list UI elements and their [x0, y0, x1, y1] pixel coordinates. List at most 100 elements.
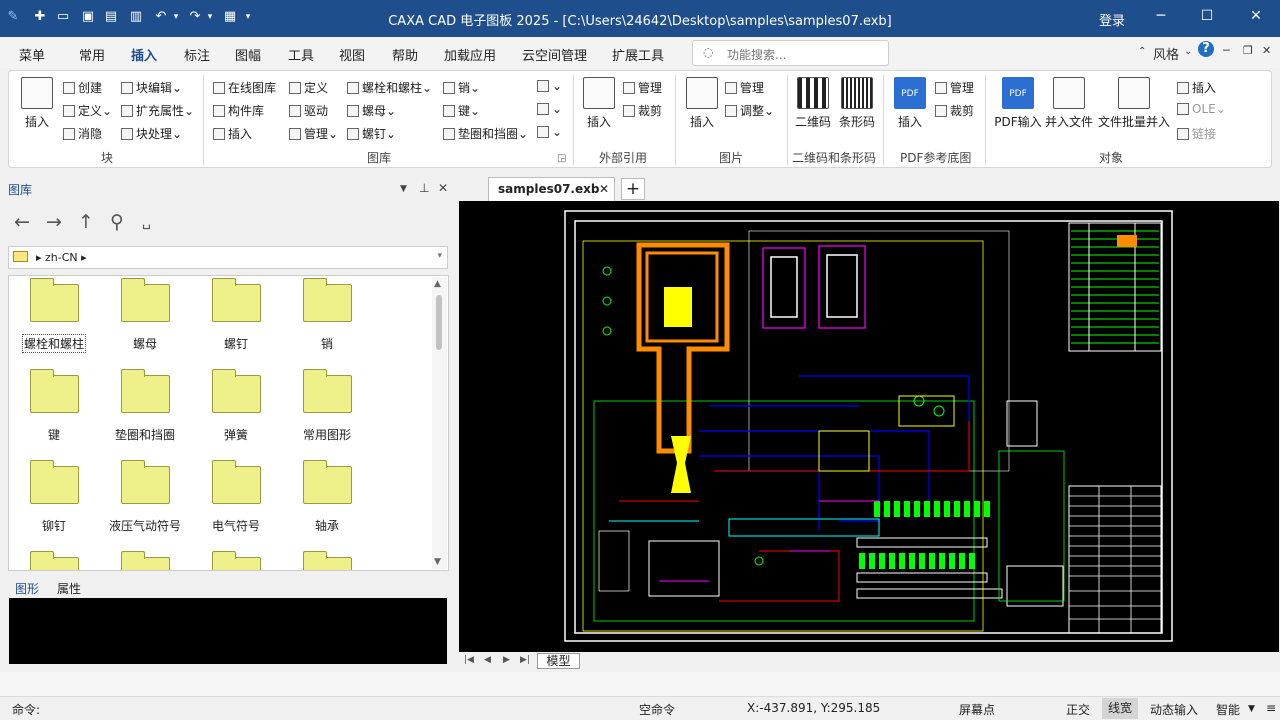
panel-options-icon[interactable]: ▼	[400, 184, 407, 194]
block-erase-button[interactable]: 消隐	[63, 125, 102, 142]
model-tab[interactable]: 模型	[537, 653, 580, 669]
image-adjust-button[interactable]: 调整⌄	[725, 102, 774, 119]
pin-button[interactable]: 销⌄	[443, 79, 480, 96]
library-item-more[interactable]	[100, 551, 190, 570]
library-item-common-shapes[interactable]: 常用图形	[282, 369, 372, 443]
panel-close-icon[interactable]: ✕	[438, 181, 448, 195]
tab-graphics[interactable]: 图形	[15, 580, 39, 597]
close-button[interactable]: ✕	[1241, 8, 1271, 24]
menu-main[interactable]: 菜单	[19, 45, 45, 64]
up-arrow-icon[interactable]: ↑	[78, 211, 94, 233]
scroll-down-icon[interactable]: ▼	[434, 557, 441, 567]
scroll-up-icon[interactable]: ▲	[434, 279, 441, 289]
library-item-spring[interactable]: 弹簧	[191, 369, 281, 443]
menu-common[interactable]: 常用	[79, 45, 105, 64]
nut-button[interactable]: 螺母⌄	[347, 102, 396, 119]
first-layout-icon[interactable]: |◀	[464, 655, 474, 665]
path-segment[interactable]: ▸ zh-CN ▸	[36, 251, 87, 264]
pdf-input-button[interactable]: PDF PDF输入	[993, 77, 1043, 130]
library-item-key[interactable]: 键	[9, 369, 99, 443]
library-drive-button[interactable]: 驱动	[289, 102, 328, 119]
image-manage-button[interactable]: 管理	[725, 79, 764, 96]
library-item-more[interactable]	[9, 551, 99, 570]
block-process-button[interactable]: 块处理⌄	[121, 125, 182, 142]
tab-properties[interactable]: 属性	[57, 580, 81, 597]
view-mode-icon[interactable]: ␣	[142, 214, 151, 230]
new-tab-button[interactable]: +	[621, 178, 645, 200]
online-library-button[interactable]: 在线图库	[213, 79, 276, 96]
status-menu-icon[interactable]: ≡	[1266, 701, 1276, 715]
ext-attr-button[interactable]: 扩充属性⌄	[121, 102, 194, 119]
drawing-canvas[interactable]	[459, 201, 1279, 652]
block-define-button[interactable]: 定义⌄	[63, 102, 112, 119]
library-more-2-button[interactable]: ⌄	[537, 102, 562, 116]
link-button[interactable]: 链接	[1177, 125, 1216, 142]
menu-view[interactable]: 视图	[339, 45, 365, 64]
menu-help[interactable]: 帮助	[392, 45, 418, 64]
block-insert-button[interactable]: 插入	[19, 77, 55, 130]
object-insert-button[interactable]: 插入	[1177, 79, 1216, 96]
plot-icon[interactable]: ▦	[220, 9, 240, 24]
library-item-more[interactable]	[282, 551, 372, 570]
library-more-3-button[interactable]: ⌄	[537, 125, 562, 139]
snap-dropdown-icon[interactable]: ▼	[1248, 704, 1255, 714]
xref-clip-button[interactable]: 裁剪	[623, 102, 662, 119]
washer-button[interactable]: 垫圈和挡圈⌄	[443, 125, 528, 142]
key-button[interactable]: 键⌄	[443, 102, 480, 119]
prev-layout-icon[interactable]: ◀	[484, 655, 491, 665]
library-define-button[interactable]: 定义	[289, 79, 328, 96]
library-item-nut[interactable]: 螺母	[100, 278, 190, 352]
menu-insert[interactable]: 插入	[127, 45, 161, 72]
menu-sheet[interactable]: 图幅	[235, 45, 261, 64]
next-layout-icon[interactable]: ▶	[503, 655, 510, 665]
menu-cloud-space[interactable]: 云空间管理	[522, 45, 587, 64]
image-insert-button[interactable]: 插入	[685, 77, 719, 130]
doc-close-button[interactable]: ✕	[1262, 44, 1271, 57]
library-path-bar[interactable]: ▸ zh-CN ▸ ▾	[8, 246, 448, 269]
collapse-ribbon-icon[interactable]: ⌃	[1138, 46, 1146, 57]
block-create-button[interactable]: 创建	[63, 79, 102, 96]
menu-tools[interactable]: 工具	[288, 45, 314, 64]
path-dropdown-icon[interactable]: ▾	[437, 251, 442, 261]
undo-dropdown-icon[interactable]: ▾	[166, 12, 186, 22]
library-insert-button[interactable]: 插入	[213, 125, 252, 142]
redo-dropdown-icon[interactable]: ▾	[200, 12, 220, 22]
merge-file-button[interactable]: 并入文件	[1043, 77, 1095, 130]
doc-minimize-button[interactable]: ─	[1223, 44, 1230, 57]
batch-merge-button[interactable]: 文件批量并入	[1097, 77, 1171, 130]
document-tab[interactable]: samples07.exb ✕	[488, 177, 615, 202]
menu-load-app[interactable]: 加载应用	[444, 45, 496, 64]
print-icon[interactable]: ▥	[126, 9, 146, 24]
ole-button[interactable]: OLE⌄	[1177, 102, 1226, 116]
panel-pin-icon[interactable]: ⊥	[419, 181, 429, 195]
help-icon[interactable]: ?	[1198, 41, 1214, 57]
xref-insert-button[interactable]: 插入	[582, 77, 616, 130]
pdf-clip-button[interactable]: 裁剪	[935, 102, 974, 119]
library-more-1-button[interactable]: ⌄	[537, 79, 562, 93]
library-item-screw[interactable]: 螺钉	[191, 278, 281, 352]
library-item-bearing[interactable]: 轴承	[282, 460, 372, 534]
save-as-icon[interactable]: ▤	[101, 9, 121, 24]
smart-snap-toggle[interactable]: 智能	[1216, 701, 1240, 718]
screen-point-mode[interactable]: 屏幕点	[959, 701, 995, 718]
customize-quick-access-icon[interactable]: ▾	[238, 12, 258, 22]
scroll-thumb[interactable]	[436, 295, 442, 350]
back-arrow-icon[interactable]: ←	[14, 211, 30, 233]
library-dialog-launcher-icon[interactable]: ◲	[557, 153, 566, 164]
menu-annotate[interactable]: 标注	[184, 45, 210, 64]
library-item-washer[interactable]: 垫圈和挡圈	[100, 369, 190, 443]
forward-arrow-icon[interactable]: →	[46, 211, 62, 233]
close-tab-icon[interactable]: ✕	[599, 182, 609, 196]
library-item-bolt[interactable]: 螺栓和螺柱	[9, 278, 99, 353]
app-logo-icon[interactable]: ✎	[3, 9, 23, 24]
style-dropdown-icon[interactable]: ⌄	[1184, 46, 1192, 57]
library-item-pin[interactable]: 销	[282, 278, 372, 352]
menu-extension-tools[interactable]: 扩展工具	[612, 45, 664, 64]
ortho-toggle[interactable]: 正交	[1066, 701, 1090, 718]
pdf-underlay-insert-button[interactable]: PDF 插入	[893, 77, 927, 130]
pdf-manage-button[interactable]: 管理	[935, 79, 974, 96]
library-item-rivet[interactable]: 铆钉	[9, 460, 99, 534]
maximize-button[interactable]: ☐	[1192, 8, 1222, 24]
library-item-hydraulic[interactable]: 液压气动符号	[100, 460, 190, 534]
library-manage-button[interactable]: 管理⌄	[289, 125, 338, 142]
